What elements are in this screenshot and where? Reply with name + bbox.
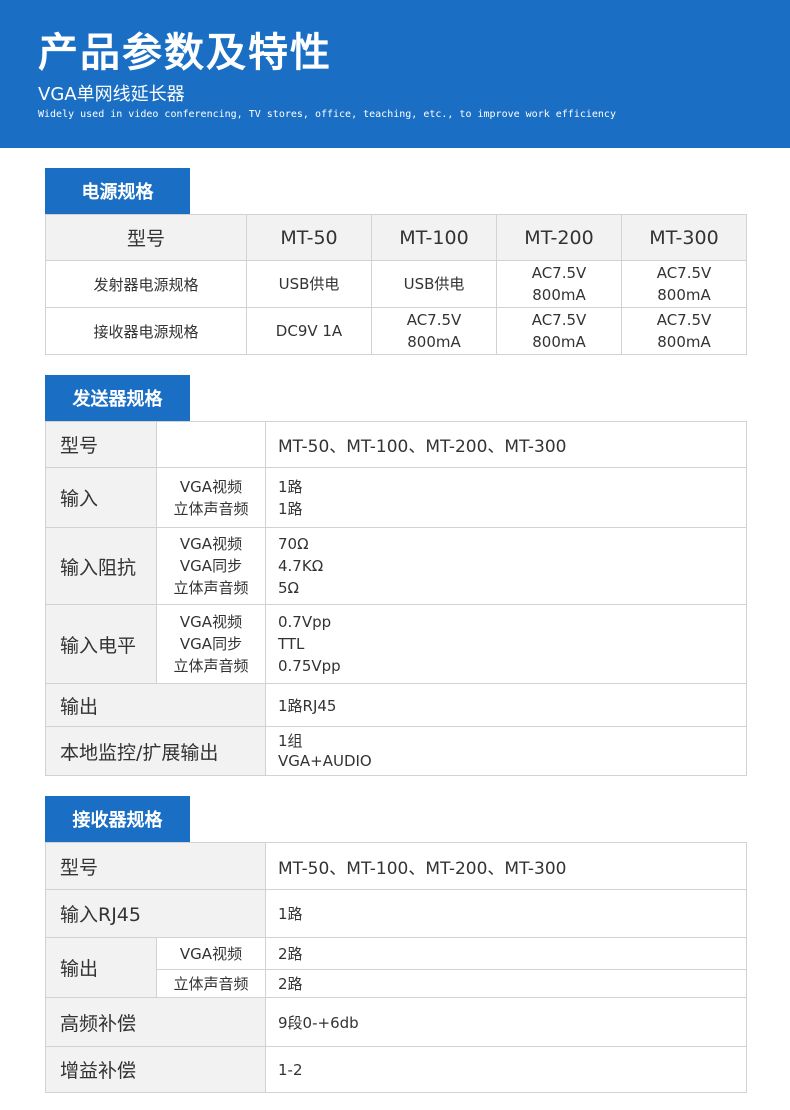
table-row: 输入电平 VGA视频 VGA同步 立体声音频 0.7Vpp TTL 0.75Vp… xyxy=(45,604,747,684)
table-cell: AC7.5V 800mA xyxy=(496,260,622,308)
table-cell: VGA视频 立体声音频 xyxy=(156,467,266,528)
row-label: 本地监控/扩展输出 xyxy=(45,726,266,776)
table-cell: AC7.5V 800mA xyxy=(496,307,622,355)
table-row: 发射器电源规格 USB供电 USB供电 AC7.5V 800mA AC7.5V 80… xyxy=(45,260,747,308)
table-row: 高频补偿 9段0-+6db xyxy=(44,997,748,1047)
table-cell: 1-2 xyxy=(265,1046,748,1093)
row-label: 发射器电源规格 xyxy=(45,260,247,308)
table-row: 型号 MT-50 MT-100 MT-200 MT-300 xyxy=(45,214,747,261)
receiver-section-tab: 接收器规格 xyxy=(45,796,190,842)
table-row: 增益补偿 1-2 xyxy=(44,1046,748,1093)
table-cell: 1路RJ45 xyxy=(265,683,747,727)
row-label: 型号 xyxy=(45,421,157,468)
table-cell: 1组 VGA+AUDIO xyxy=(265,726,747,776)
row-label: 输入电平 xyxy=(45,604,157,684)
model-mt50: MT-50 xyxy=(246,214,372,261)
power-section-tab: 电源规格 xyxy=(45,168,190,214)
table-cell: 0.7Vpp TTL 0.75Vpp xyxy=(265,604,747,684)
model-mt300: MT-300 xyxy=(621,214,747,261)
page-tagline: Widely used in video conferencing, TV st… xyxy=(38,109,616,120)
table-row: 本地监控/扩展输出 1组 VGA+AUDIO xyxy=(45,726,747,776)
table-cell: AC7.5V 800mA xyxy=(621,307,747,355)
row-label: 增益补偿 xyxy=(44,1046,267,1093)
table-row: 输入RJ45 1路 xyxy=(44,889,748,938)
table-cell: 立体声音频 xyxy=(155,969,267,998)
row-label: 接收器电源规格 xyxy=(45,307,247,355)
table-cell: 2路 xyxy=(265,937,748,970)
model-value: MT-50、MT-100、MT-200、MT-300 xyxy=(265,421,747,468)
table-cell xyxy=(156,421,266,468)
model-header: 型号 xyxy=(45,214,247,261)
header-banner: 产品参数及特性 VGA单网线延长器 Widely used in video c… xyxy=(0,0,790,148)
row-label: 输出 xyxy=(45,937,157,998)
table-cell: 9段0-+6db xyxy=(265,997,748,1047)
table-cell: 2路 xyxy=(265,969,748,998)
table-cell: USB供电 xyxy=(246,260,372,308)
table-cell: USB供电 xyxy=(371,260,497,308)
table-row: 型号 MT-50、MT-100、MT-200、MT-300 xyxy=(45,421,747,468)
table-cell: VGA视频 VGA同步 立体声音频 xyxy=(156,527,266,605)
receiver-spec-table: 型号 MT-50、MT-100、MT-200、MT-300 输入RJ45 1路 … xyxy=(44,842,748,1093)
model-value: MT-50、MT-100、MT-200、MT-300 xyxy=(265,842,748,890)
table-cell: AC7.5V 800mA xyxy=(371,307,497,355)
model-mt100: MT-100 xyxy=(371,214,497,261)
table-row: 输入阻抗 VGA视频 VGA同步 立体声音频 70Ω 4.7KΩ 5Ω xyxy=(45,527,747,605)
row-label: 输入阻抗 xyxy=(45,527,157,605)
table-row: 输出 1路RJ45 xyxy=(45,683,747,727)
table-row: 接收器电源规格 DC9V 1A AC7.5V 800mA AC7.5V 800mA … xyxy=(45,307,747,355)
row-label: 输入 xyxy=(45,467,157,528)
table-cell: 1路 xyxy=(265,889,748,938)
table-cell: AC7.5V 800mA xyxy=(621,260,747,308)
row-label: 高频补偿 xyxy=(44,997,267,1047)
table-cell: VGA视频 xyxy=(155,937,267,970)
table-cell: 70Ω 4.7KΩ 5Ω xyxy=(265,527,747,605)
table-row: 型号 MT-50、MT-100、MT-200、MT-300 xyxy=(44,842,748,890)
page-subtitle: VGA单网线延长器 xyxy=(38,84,185,105)
sender-section-tab: 发送器规格 xyxy=(45,375,190,421)
row-label: 输出 xyxy=(45,683,266,727)
power-spec-table: 型号 MT-50 MT-100 MT-200 MT-300 发射器电源规格 US… xyxy=(45,214,747,355)
table-cell: VGA视频 VGA同步 立体声音频 xyxy=(156,604,266,684)
table-row: 输入 VGA视频 立体声音频 1路 1路 xyxy=(45,467,747,528)
table-row: 输出 VGA视频 2路 xyxy=(45,937,748,998)
row-label: 输入RJ45 xyxy=(44,889,267,938)
page-title: 产品参数及特性 xyxy=(38,30,332,76)
table-cell: 1路 1路 xyxy=(265,467,747,528)
model-mt200: MT-200 xyxy=(496,214,622,261)
table-cell: DC9V 1A xyxy=(246,307,372,355)
row-label: 型号 xyxy=(44,842,267,890)
sender-spec-table: 型号 MT-50、MT-100、MT-200、MT-300 输入 VGA视频 立… xyxy=(45,421,747,776)
